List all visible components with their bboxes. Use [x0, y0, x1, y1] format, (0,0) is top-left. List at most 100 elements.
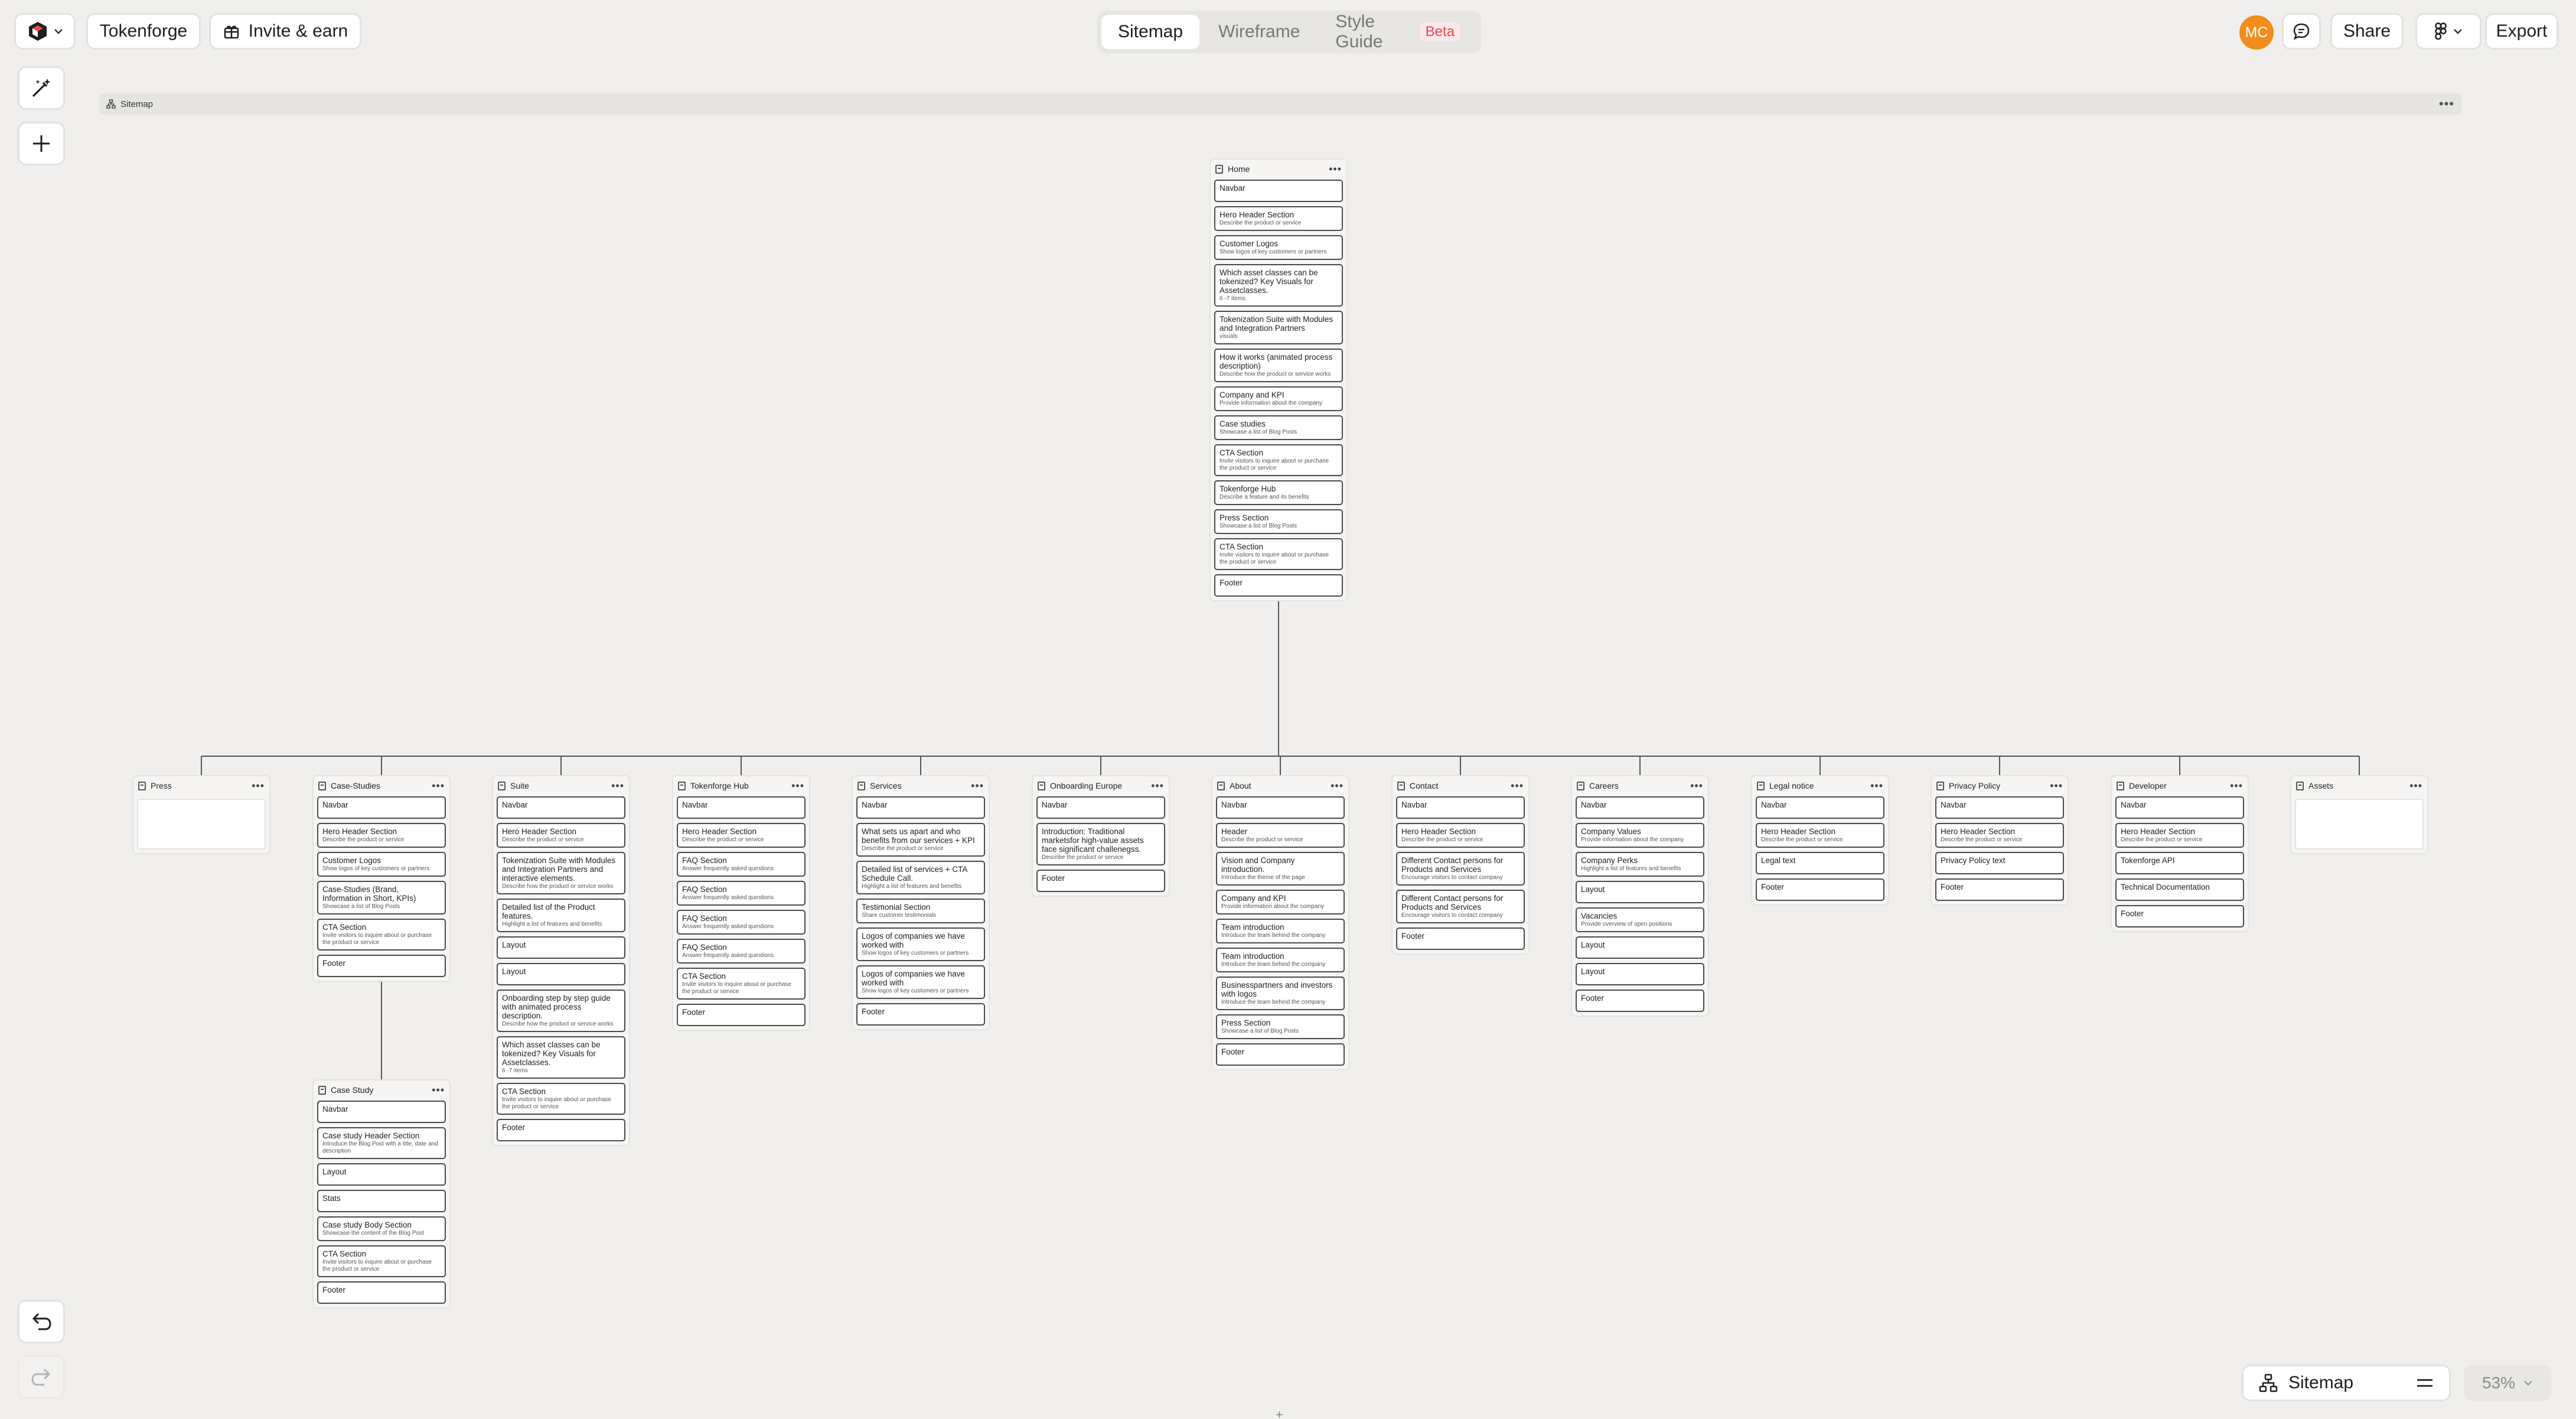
section-block[interactable]: Logos of companies we have worked with Sh… — [856, 965, 985, 999]
page-card-header[interactable]: Developer ••• — [2115, 776, 2244, 795]
section-block[interactable]: Customer Logos Show logos of key customer… — [317, 852, 446, 877]
section-block[interactable]: Hero Header Section Describe the product … — [1396, 823, 1525, 848]
page-card-header[interactable]: Careers ••• — [1576, 776, 1704, 795]
page-card-about[interactable]: About ••• Navbar Header Describe the product… — [1211, 775, 1349, 1070]
zoom-control[interactable]: 53% — [2464, 1365, 2551, 1401]
section-block[interactable]: Footer — [1935, 878, 2064, 901]
page-card-header[interactable]: Home ••• — [1214, 160, 1343, 178]
page-card-developer[interactable]: Developer ••• Navbar Hero Header Section Des… — [2111, 775, 2249, 932]
section-block[interactable]: CTA Section Invite visitors to inquire ab… — [1214, 538, 1343, 570]
section-block[interactable]: Onboarding step by step guide with anima… — [497, 990, 625, 1032]
section-block[interactable]: Footer — [1576, 990, 1704, 1012]
page-card-header[interactable]: Case Study ••• — [317, 1080, 446, 1099]
section-block[interactable]: Navbar — [1576, 796, 1704, 819]
section-block[interactable]: Case studies Showcase a list of Blog Post… — [1214, 415, 1343, 440]
more-options-icon[interactable]: ••• — [791, 780, 804, 792]
page-card-services[interactable]: Services ••• Navbar What sets us apart and … — [852, 775, 990, 1030]
section-block[interactable]: Navbar — [1756, 796, 1884, 819]
section-block[interactable]: Tokenforge Hub Describe a feature and its… — [1214, 480, 1343, 505]
section-block[interactable]: FAQ Section Answer frequently asked quest… — [677, 910, 806, 935]
page-card-header[interactable]: About ••• — [1216, 776, 1345, 795]
more-options-icon[interactable]: ••• — [1151, 780, 1164, 792]
more-options-icon[interactable]: ••• — [252, 780, 265, 792]
section-block[interactable]: Introduction: Traditional marketsfor hig… — [1036, 823, 1165, 865]
section-block[interactable]: Businesspartners and investors with logo… — [1216, 977, 1345, 1010]
section-block[interactable]: Footer — [2115, 905, 2244, 927]
page-card-header[interactable]: Onboarding Europe ••• — [1036, 776, 1165, 795]
page-card-onboarding-europe[interactable]: Onboarding Europe ••• Navbar Introduction: … — [1032, 775, 1170, 897]
section-block[interactable]: Navbar — [2115, 796, 2244, 819]
page-card-header[interactable]: Suite ••• — [497, 776, 625, 795]
page-card-header[interactable]: Privacy Policy ••• — [1935, 776, 2064, 795]
section-block[interactable]: Vacancies Provide overview of open positi… — [1576, 907, 1704, 932]
section-block[interactable]: Company Values Provide information about … — [1576, 823, 1704, 848]
section-block[interactable]: Navbar — [1214, 180, 1343, 202]
page-card-header[interactable]: Case-Studies ••• — [317, 776, 446, 795]
section-block[interactable]: CTA Section Invite visitors to inquire ab… — [677, 968, 806, 1000]
section-block[interactable]: Footer — [317, 1281, 446, 1304]
more-options-icon[interactable]: ••• — [1331, 780, 1344, 792]
section-block[interactable]: Footer — [1216, 1043, 1345, 1066]
empty-page-placeholder[interactable] — [137, 799, 266, 850]
section-block[interactable]: Hero Header Section Describe the product … — [2115, 823, 2244, 848]
empty-page-placeholder[interactable] — [2295, 799, 2424, 850]
section-block[interactable]: Layout — [497, 936, 625, 959]
section-block[interactable]: Navbar — [856, 796, 985, 819]
section-block[interactable]: Footer — [1036, 870, 1165, 892]
section-block[interactable]: Press Section Showcase a list of Blog Pos… — [1214, 509, 1343, 534]
section-block[interactable]: Layout — [1576, 881, 1704, 903]
section-block[interactable]: Navbar — [1935, 796, 2064, 819]
page-card-home[interactable]: Home ••• Navbar Hero Header Section Describe… — [1209, 158, 1348, 601]
section-block[interactable]: Detailed list of services + CTA Schedule… — [856, 861, 985, 894]
section-block[interactable]: Stats — [317, 1190, 446, 1212]
section-block[interactable]: Hero Header Section Describe the product … — [497, 823, 625, 848]
page-card-contact[interactable]: Contact ••• Navbar Hero Header Section Descr… — [1391, 775, 1530, 955]
more-options-icon[interactable]: ••• — [1511, 780, 1524, 792]
section-block[interactable]: Privacy Policy text — [1935, 852, 2064, 874]
section-block[interactable]: Different Contact persons for Products a… — [1396, 890, 1525, 923]
section-block[interactable]: Header Describe the product or service — [1216, 823, 1345, 848]
page-card-tokenforge-hub[interactable]: Tokenforge Hub ••• Navbar Hero Header Secti… — [672, 775, 810, 1031]
section-block[interactable]: CTA Section Invite visitors to inquire ab… — [497, 1083, 625, 1115]
view-switcher[interactable]: Sitemap — [2242, 1365, 2451, 1401]
section-block[interactable]: Which asset classes can be tokenized? Ke… — [1214, 264, 1343, 307]
more-options-icon[interactable]: ••• — [1690, 780, 1703, 792]
section-block[interactable]: CTA Section Invite visitors to inquire ab… — [317, 919, 446, 951]
section-block[interactable]: Case study Body Section Showcase the cont… — [317, 1216, 446, 1241]
more-options-icon[interactable]: ••• — [611, 780, 624, 792]
section-block[interactable]: Navbar — [317, 796, 446, 819]
more-options-icon[interactable]: ••• — [432, 780, 445, 792]
section-block[interactable]: Navbar — [317, 1101, 446, 1123]
section-block[interactable]: Company and KPI Provide information about… — [1214, 386, 1343, 411]
section-block[interactable]: Customer Logos Show logos of key customer… — [1214, 235, 1343, 260]
page-card-case-studies[interactable]: Case-Studies ••• Navbar Hero Header Section… — [312, 775, 451, 982]
page-card-header[interactable]: Tokenforge Hub ••• — [677, 776, 806, 795]
page-card-suite[interactable]: Suite ••• Navbar Hero Header Section Describ… — [492, 775, 630, 1146]
section-block[interactable]: FAQ Section Answer frequently asked quest… — [677, 881, 806, 906]
section-block[interactable]: FAQ Section Answer frequently asked quest… — [677, 852, 806, 877]
section-block[interactable]: Navbar — [677, 796, 806, 819]
more-options-icon[interactable]: ••• — [432, 1084, 445, 1096]
page-card-assets[interactable]: Assets ••• — [2290, 775, 2428, 854]
section-block[interactable]: Hero Header Section Describe the product … — [317, 823, 446, 848]
section-block[interactable]: Legal text — [1756, 852, 1884, 874]
section-block[interactable]: Navbar — [1036, 796, 1165, 819]
more-options-icon[interactable]: ••• — [2409, 780, 2422, 792]
page-card-careers[interactable]: Careers ••• Navbar Company Values Provide in… — [1571, 775, 1709, 1017]
section-block[interactable]: Case study Header Section Introduce the B… — [317, 1127, 446, 1159]
section-block[interactable]: Company Perks Highlight a list of feature… — [1576, 852, 1704, 877]
more-options-icon[interactable]: ••• — [1329, 163, 1342, 175]
section-block[interactable]: Layout — [317, 1163, 446, 1186]
section-block[interactable]: Testimonial Section Share customer testim… — [856, 899, 985, 923]
section-block[interactable]: Navbar — [1396, 796, 1525, 819]
section-block[interactable]: Footer — [1396, 927, 1525, 950]
page-card-header[interactable]: Services ••• — [856, 776, 985, 795]
section-block[interactable]: FAQ Section Answer frequently asked quest… — [677, 939, 806, 964]
section-block[interactable]: Company and KPI Provide information about… — [1216, 890, 1345, 914]
section-block[interactable]: Footer — [856, 1003, 985, 1026]
section-block[interactable]: Tokenforge API — [2115, 852, 2244, 874]
add-node-icon[interactable]: + — [1276, 1407, 1283, 1419]
page-card-header[interactable]: Assets ••• — [2295, 776, 2424, 795]
section-block[interactable]: Detailed list of the Product features. Hi… — [497, 899, 625, 932]
section-block[interactable]: Case-Studies (Brand, Information in Shor… — [317, 881, 446, 914]
